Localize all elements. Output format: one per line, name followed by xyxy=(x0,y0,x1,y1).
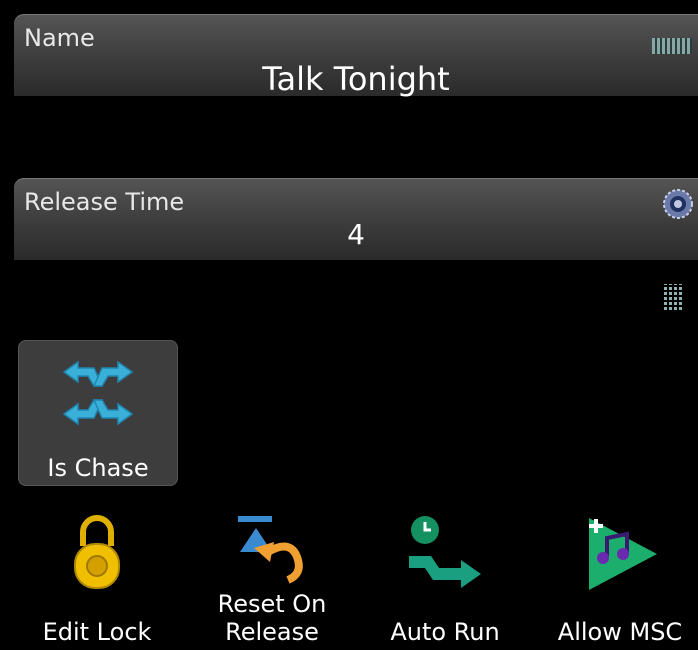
auto-run-icon xyxy=(409,516,481,588)
edit-lock-button[interactable]: Edit Lock xyxy=(17,512,177,650)
name-value: Talk Tonight xyxy=(262,60,450,98)
msc-play-icon xyxy=(589,518,657,590)
name-field[interactable]: Name Talk Tonight xyxy=(14,14,698,98)
dial-icon[interactable] xyxy=(662,188,694,220)
release-time-value: 4 xyxy=(347,218,365,251)
keypad-icon[interactable] xyxy=(664,284,684,312)
is-chase-label: Is Chase xyxy=(47,454,149,482)
allow-msc-button[interactable]: Allow MSC xyxy=(540,512,698,650)
edit-lock-label: Edit Lock xyxy=(42,618,152,646)
release-time-field[interactable]: Release Time 4 xyxy=(14,178,698,260)
reset-on-release-button[interactable]: Reset On Release xyxy=(192,512,352,650)
auto-run-button[interactable]: Auto Run xyxy=(365,512,525,650)
allow-msc-label: Allow MSC xyxy=(557,618,683,646)
keyboard-icon[interactable] xyxy=(652,38,692,54)
reset-arrow-icon xyxy=(238,516,303,584)
auto-run-label: Auto Run xyxy=(390,618,500,646)
name-label: Name xyxy=(24,24,95,52)
is-chase-button[interactable]: Is Chase xyxy=(18,340,178,486)
shuffle-arrows-icon xyxy=(62,360,134,426)
release-time-label: Release Time xyxy=(24,188,185,216)
padlock-icon xyxy=(74,515,120,589)
reset-on-release-label: Reset On Release xyxy=(217,590,327,646)
